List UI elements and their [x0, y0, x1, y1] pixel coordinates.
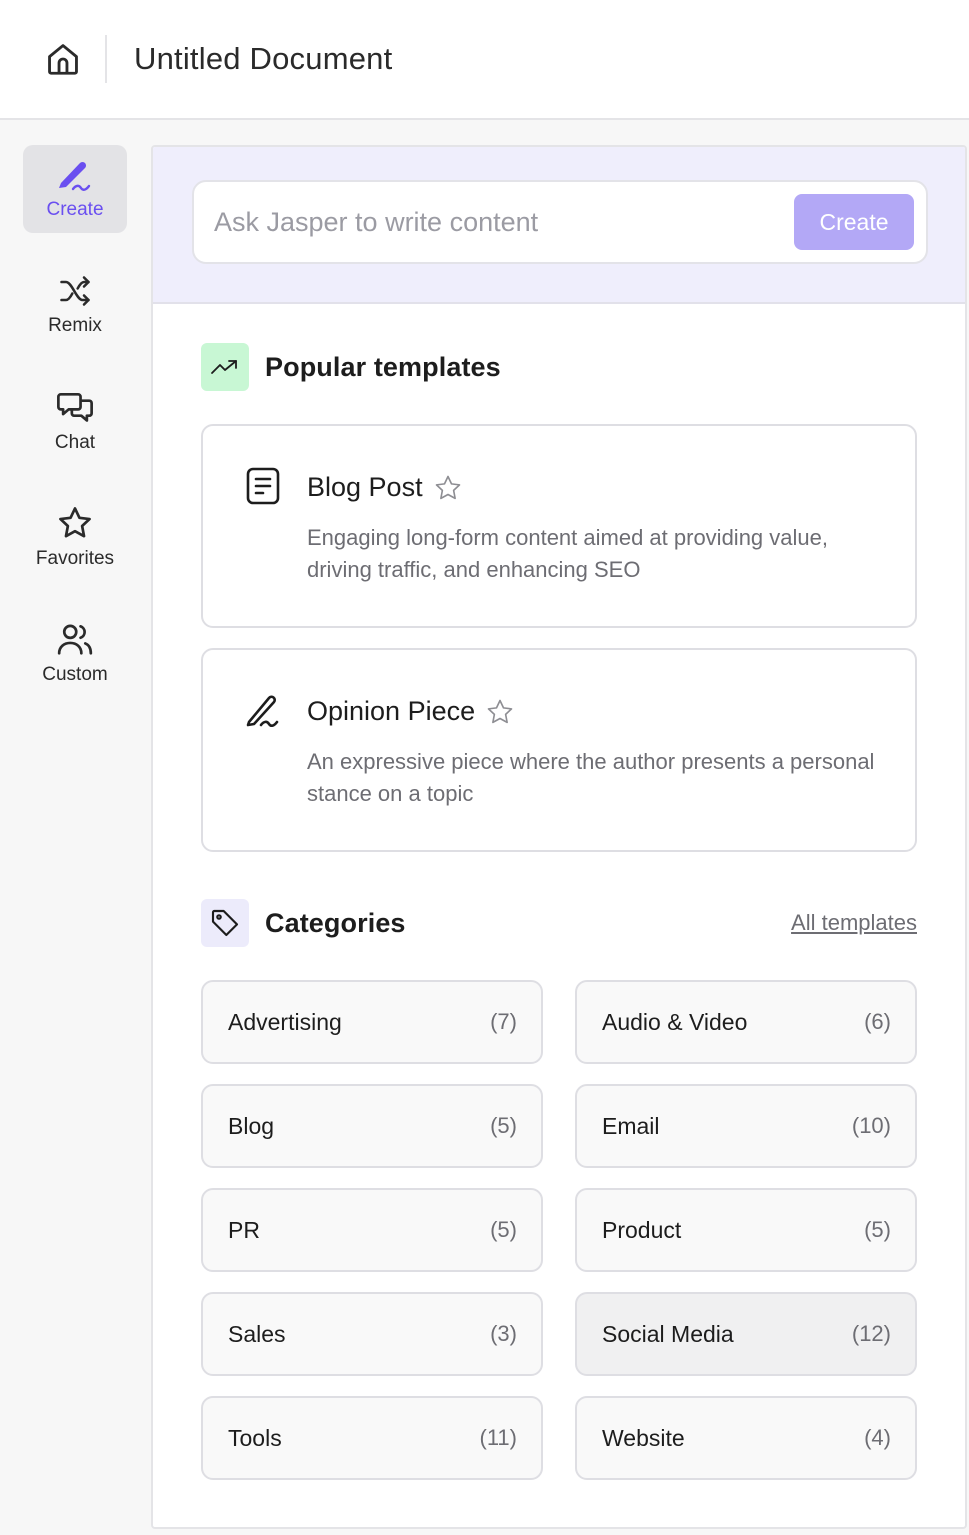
favorite-star-icon[interactable] — [433, 473, 463, 503]
category-name: Blog — [228, 1112, 275, 1139]
template-card-opinion-piece[interactable]: Opinion Piece An expressive piece where … — [201, 648, 917, 852]
category-name: Website — [602, 1424, 685, 1451]
sidebar-item-label: Favorites — [35, 548, 115, 569]
category-name: Sales — [228, 1320, 286, 1347]
ask-jasper-box: Create — [192, 180, 928, 264]
category-name: Advertising — [228, 1008, 342, 1035]
sidebar-item-label: Custom — [42, 664, 108, 685]
category-tools[interactable]: Tools (11) — [201, 1396, 543, 1480]
all-templates-link[interactable]: All templates — [791, 910, 917, 936]
category-email[interactable]: Email (10) — [575, 1084, 917, 1168]
header-bar: Untitled Document — [0, 0, 969, 120]
trending-up-icon — [211, 360, 237, 374]
pen-icon — [246, 695, 279, 728]
sidebar-item-chat[interactable]: Chat — [23, 377, 127, 465]
category-count: (6) — [864, 1009, 891, 1034]
sidebar-item-label: Remix — [48, 315, 102, 336]
category-name: Tools — [228, 1424, 282, 1451]
template-description: Engaging long-form content aimed at prov… — [307, 525, 828, 582]
sidebar-item-remix[interactable]: Remix — [23, 261, 127, 349]
category-pr[interactable]: PR (5) — [201, 1188, 543, 1272]
template-title: Blog Post — [307, 472, 463, 503]
section-title: Popular templates — [265, 351, 501, 382]
users-icon — [57, 624, 93, 655]
category-count: (3) — [490, 1321, 517, 1346]
home-icon — [48, 44, 78, 75]
document-icon — [246, 467, 280, 505]
category-product[interactable]: Product (5) — [575, 1188, 917, 1272]
pen-icon — [59, 161, 91, 191]
category-social-media[interactable]: Social Media (12) — [575, 1292, 917, 1376]
category-blog[interactable]: Blog (5) — [201, 1084, 543, 1168]
chat-icon — [57, 392, 93, 422]
category-count: (5) — [864, 1217, 891, 1242]
category-count: (5) — [490, 1217, 517, 1242]
create-button[interactable]: Create — [794, 194, 914, 250]
document-title[interactable]: Untitled Document — [134, 41, 392, 77]
category-count: (12) — [851, 1321, 891, 1346]
trend-badge — [201, 343, 249, 391]
template-title-text: Opinion Piece — [307, 696, 476, 726]
category-name: Social Media — [602, 1320, 734, 1347]
ask-jasper-band: Create — [153, 147, 965, 304]
template-card-blog-post[interactable]: Blog Post Engaging long-form content aim… — [201, 424, 917, 628]
favorite-star-icon[interactable] — [485, 697, 515, 727]
home-button[interactable] — [41, 37, 85, 81]
sidebar-item-label: Create — [46, 199, 104, 220]
category-count: (5) — [490, 1113, 517, 1138]
category-audio-video[interactable]: Audio & Video (6) — [575, 980, 917, 1064]
ask-jasper-input[interactable] — [214, 200, 774, 244]
template-title: Opinion Piece — [307, 696, 515, 727]
sidebar: Create Remix Chat Favorites Custom — [0, 122, 151, 1535]
sidebar-item-favorites[interactable]: Favorites — [23, 493, 127, 581]
sidebar-item-custom[interactable]: Custom — [23, 609, 127, 697]
categories-header: Categories — [201, 899, 406, 947]
category-name: Email — [602, 1112, 660, 1139]
category-website[interactable]: Website (4) — [575, 1396, 917, 1480]
category-name: PR — [228, 1216, 260, 1243]
category-name: Product — [602, 1216, 682, 1243]
category-advertising[interactable]: Advertising (7) — [201, 980, 543, 1064]
sidebar-item-label: Chat — [54, 432, 96, 453]
shuffle-icon — [60, 276, 90, 306]
category-count: (10) — [851, 1113, 891, 1138]
tag-badge — [201, 899, 249, 947]
template-description: An expressive piece where the author pre… — [307, 749, 875, 806]
category-count: (7) — [490, 1009, 517, 1034]
template-title-text: Blog Post — [307, 472, 423, 502]
header-divider — [105, 35, 107, 83]
section-title: Categories — [265, 907, 406, 938]
main-panel: Create Popular templates Blog Post Engag… — [151, 145, 967, 1529]
category-count: (4) — [864, 1425, 891, 1450]
category-name: Audio & Video — [602, 1008, 748, 1035]
sidebar-item-create[interactable]: Create — [23, 145, 127, 233]
category-sales[interactable]: Sales (3) — [201, 1292, 543, 1376]
category-count: (11) — [479, 1425, 518, 1450]
popular-templates-header: Popular templates — [201, 343, 501, 391]
tag-icon — [211, 909, 239, 937]
star-icon — [59, 507, 91, 538]
